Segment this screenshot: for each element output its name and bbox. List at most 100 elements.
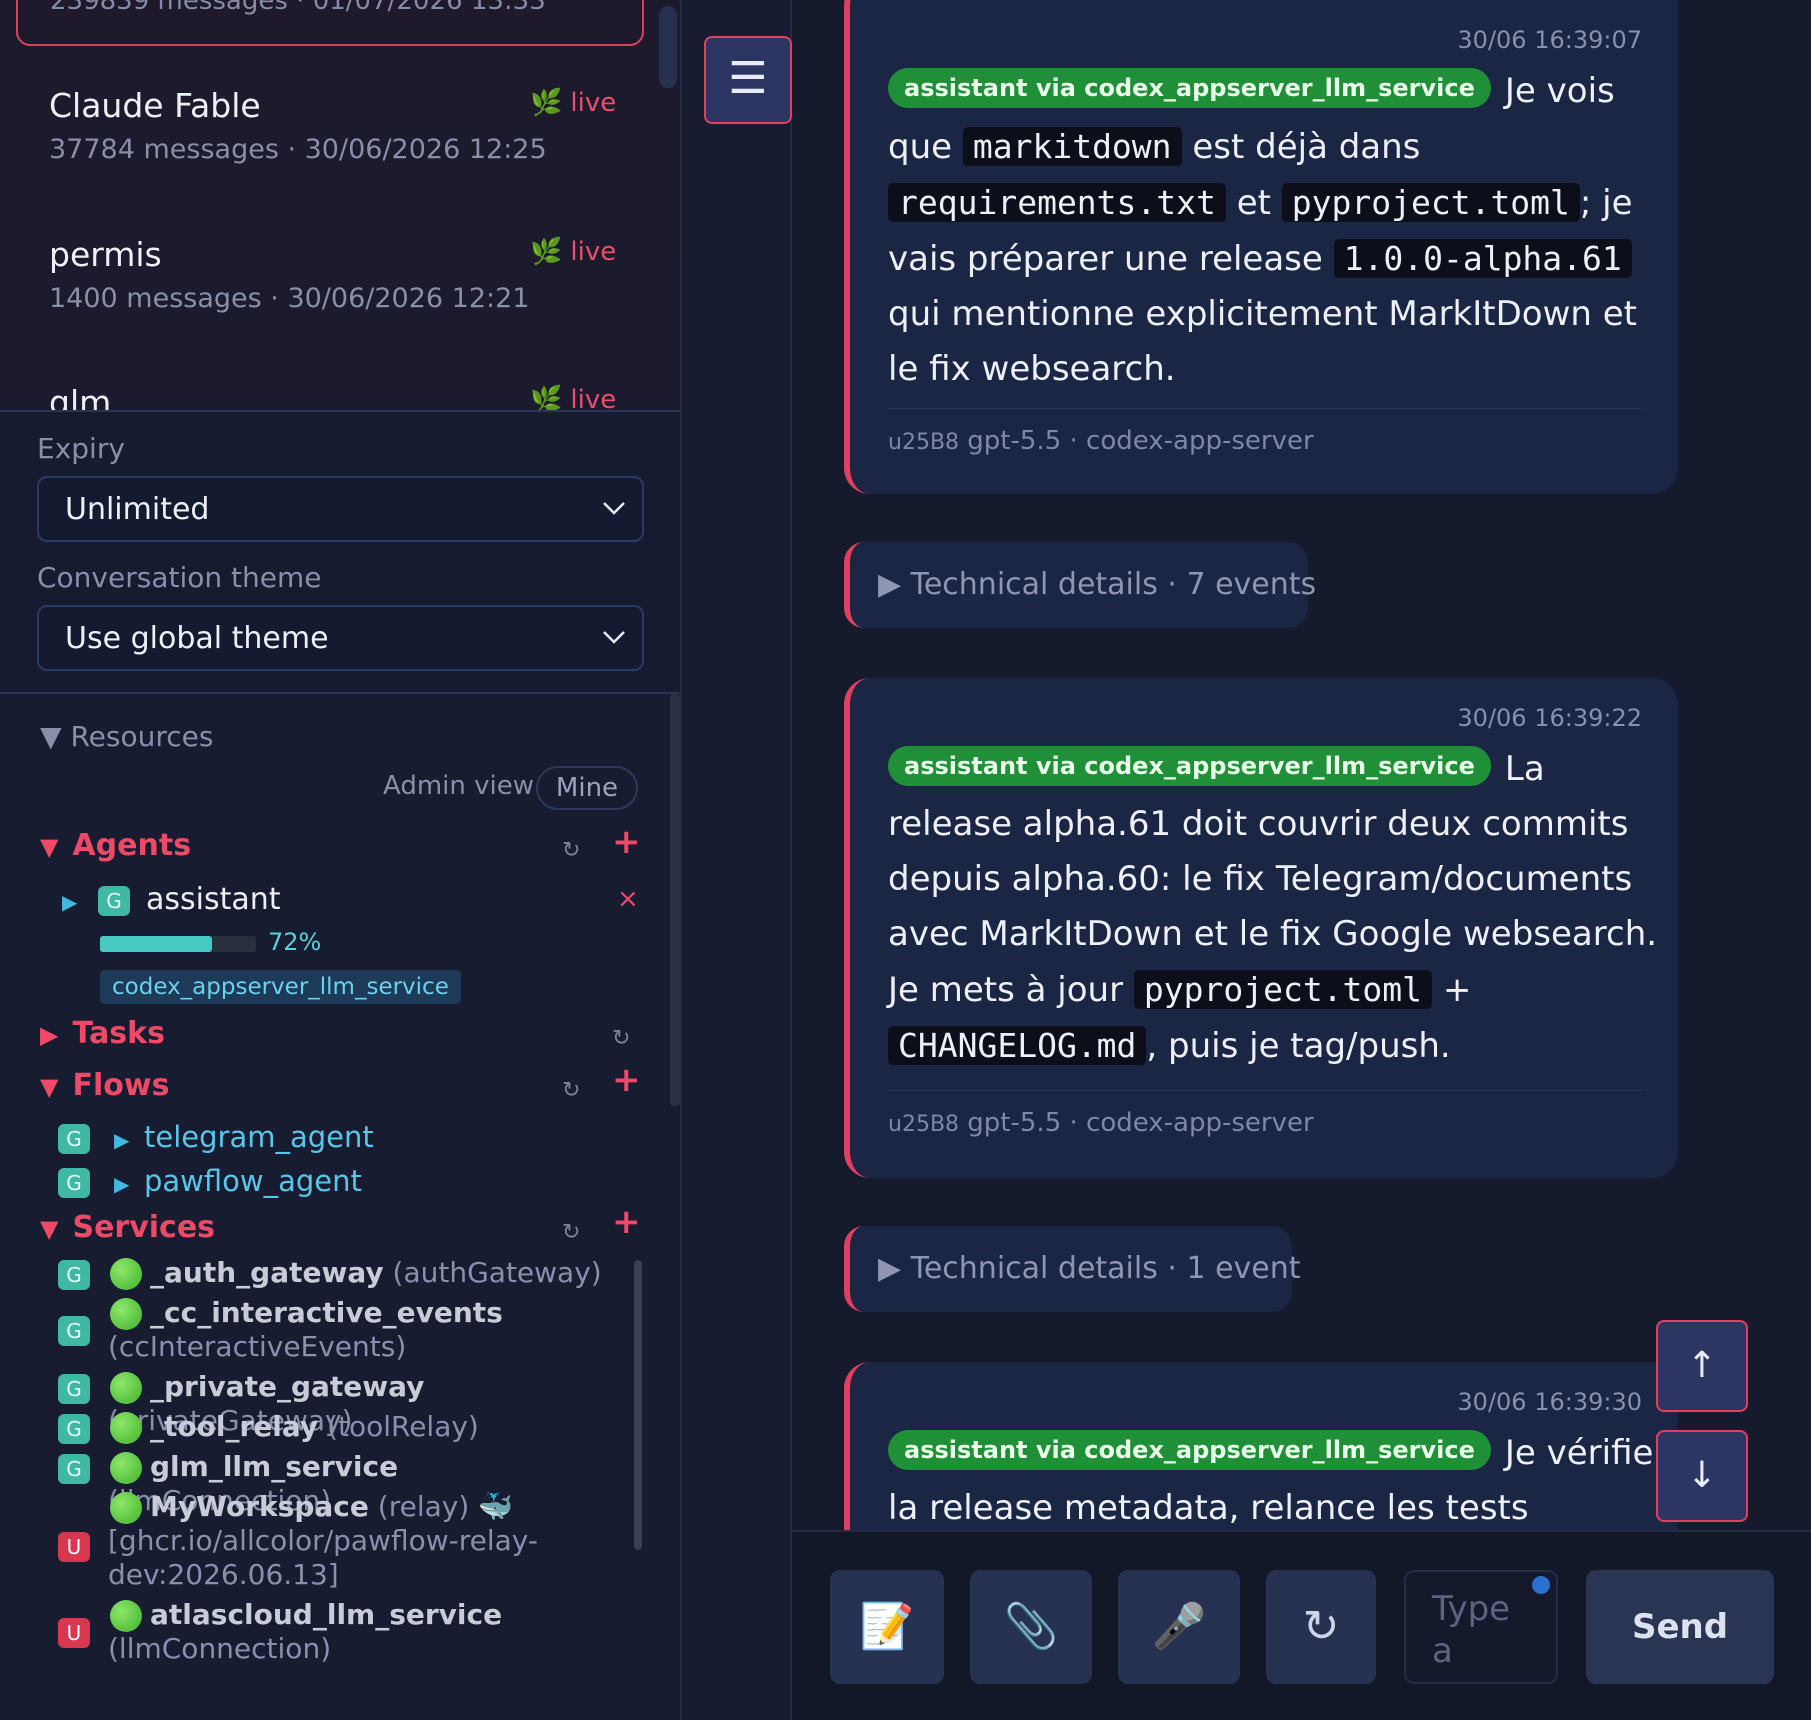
- scroll-up-button[interactable]: ↑: [1656, 1320, 1748, 1412]
- add-service-button[interactable]: +: [612, 1202, 641, 1242]
- global-badge: G: [58, 1260, 90, 1290]
- conversation-item[interactable]: Claude Fable 37784 messages · 30/06/2026…: [0, 86, 640, 226]
- agent-progress-fill: [100, 936, 213, 952]
- conversation-meta: 1400 messages · 30/06/2026 12:21: [49, 283, 530, 314]
- services-scrollbar[interactable]: [634, 1260, 642, 1550]
- conversation-list-scrollbar[interactable]: [659, 6, 677, 88]
- remove-agent-icon[interactable]: ×: [617, 884, 639, 914]
- memo-button[interactable]: 📝: [830, 1570, 944, 1684]
- global-badge: G: [58, 1168, 90, 1198]
- theme-select[interactable]: Use global theme: [37, 605, 644, 671]
- global-badge: G: [58, 1414, 90, 1444]
- expiry-label: Expiry: [37, 432, 125, 465]
- refresh-button[interactable]: ↻: [1266, 1570, 1376, 1684]
- scroll-down-button[interactable]: ↓: [1656, 1430, 1748, 1522]
- conversation-item[interactable]: glm 🌿 live: [0, 383, 640, 412]
- paperclip-icon: 📎: [1003, 1601, 1059, 1652]
- message-input[interactable]: Type a: [1404, 1570, 1558, 1684]
- technical-details-toggle[interactable]: ▶ Technical details · 7 events: [844, 542, 1316, 628]
- flow-name: telegram_agent: [144, 1120, 374, 1154]
- chat-message: 30/06 16:39:22 assistant via codex_appse…: [844, 678, 1678, 1178]
- conversation-title: permis: [49, 235, 162, 274]
- agent-progress-bar: [100, 936, 256, 952]
- agent-name: assistant: [146, 882, 281, 917]
- role-badge: assistant via codex_appserver_llm_servic…: [888, 1430, 1491, 1470]
- message-footer: u25B8 gpt-5.5 · codex-app-server: [888, 1108, 1314, 1138]
- mine-toggle[interactable]: Mine: [536, 766, 638, 810]
- chat-message: 30/06 16:39:30 assistant via codex_appse…: [844, 1362, 1678, 1530]
- role-badge: assistant via codex_appserver_llm_servic…: [888, 68, 1491, 108]
- flow-item[interactable]: G ▶ telegram_agent: [58, 1120, 618, 1158]
- live-indicator: 🌿 live: [530, 88, 617, 118]
- live-indicator: 🌿 live: [530, 385, 616, 410]
- caret-down-icon: ▼: [40, 833, 59, 861]
- theme-label: Conversation theme: [37, 561, 322, 594]
- services-section-toggle[interactable]: ▼ Services: [40, 1210, 215, 1245]
- global-badge: G: [58, 1454, 90, 1484]
- conversation-title: glm: [49, 383, 112, 412]
- admin-view-label: Admin view: [383, 771, 534, 801]
- theme-value: Use global theme: [65, 621, 329, 656]
- menu-button[interactable]: ☰: [704, 36, 792, 124]
- conversation-item[interactable]: permis 1400 messages · 30/06/2026 12:21 …: [0, 235, 640, 375]
- hamburger-icon: ☰: [728, 53, 768, 104]
- agent-service-tag: codex_appserver_llm_service: [100, 970, 461, 1004]
- memo-icon: 📝: [859, 1601, 915, 1652]
- resources-panel: ▼ Resources Admin view Mine ▼ Agents ↻ + …: [0, 692, 680, 1720]
- global-badge: G: [58, 1374, 90, 1404]
- message-divider: [888, 1090, 1642, 1091]
- service-label: atlascloud_llm_service (llmConnection): [108, 1598, 503, 1665]
- chevron-down-icon: [603, 502, 625, 515]
- caret-right-icon: ▶: [40, 1021, 59, 1049]
- flows-section-toggle[interactable]: ▼ Flows: [40, 1068, 169, 1103]
- conversation-meta: 37784 messages · 30/06/2026 12:25: [49, 134, 547, 165]
- add-agent-button[interactable]: +: [612, 822, 641, 862]
- technical-details-toggle[interactable]: ▶ Technical details · 1 event: [844, 1226, 1301, 1312]
- message-timestamp: 30/06 16:39:07: [1457, 26, 1642, 54]
- refresh-icon: ↻: [1302, 1601, 1340, 1652]
- inline-code: CHANGELOG.md: [888, 1026, 1147, 1065]
- send-button[interactable]: Send: [1586, 1570, 1774, 1684]
- resources-scrollbar[interactable]: [670, 694, 680, 1106]
- global-badge: G: [98, 886, 130, 916]
- message-timestamp: 30/06 16:39:22: [1457, 704, 1642, 732]
- inline-code: markitdown: [962, 127, 1182, 166]
- conversation-list: 239839 messages · 01/07/2026 13:33 Claud…: [0, 0, 680, 412]
- refresh-icon[interactable]: ↻: [562, 1220, 580, 1245]
- tasks-section-toggle[interactable]: ▶ Tasks: [40, 1016, 165, 1051]
- message-body: assistant via codex_appserver_llm_servic…: [888, 742, 1658, 1074]
- refresh-icon[interactable]: ↻: [612, 1026, 630, 1051]
- microphone-button[interactable]: 🎤: [1118, 1570, 1240, 1684]
- flow-name: pawflow_agent: [144, 1164, 362, 1198]
- caret-right-icon[interactable]: ▶: [114, 1172, 129, 1196]
- composer: 📝 📎 🎤 ↻ Type a Send: [792, 1530, 1811, 1720]
- leaf-icon: 🌿: [530, 237, 563, 267]
- flow-item[interactable]: G ▶ pawflow_agent: [58, 1164, 618, 1202]
- sidebar: 239839 messages · 01/07/2026 13:33 Claud…: [0, 0, 682, 1720]
- caret-right-icon[interactable]: ▶: [62, 890, 77, 914]
- message-timestamp: 30/06 16:39:30: [1457, 1388, 1642, 1416]
- message-body: assistant via codex_appserver_llm_servic…: [888, 64, 1658, 397]
- agent-item[interactable]: ▶ G assistant ×: [62, 882, 662, 924]
- inline-code: pyproject.toml: [1133, 970, 1433, 1009]
- service-label: MyWorkspace (relay) 🐳 [ghcr.io/allcolor/p…: [108, 1490, 538, 1591]
- resources-toggle[interactable]: ▼ Resources: [40, 720, 213, 753]
- toolbar-column: ☰: [682, 0, 792, 1720]
- expiry-select[interactable]: Unlimited: [37, 476, 644, 542]
- refresh-icon[interactable]: ↻: [562, 838, 580, 863]
- agents-section-toggle[interactable]: ▼ Agents: [40, 828, 191, 863]
- arrow-down-icon: ↓: [1686, 1455, 1718, 1496]
- attach-button[interactable]: 📎: [970, 1570, 1092, 1684]
- caret-right-icon[interactable]: ▶: [114, 1128, 129, 1152]
- leaf-icon: 🌿: [530, 88, 563, 118]
- arrow-up-icon: ↑: [1686, 1345, 1718, 1386]
- message-body: assistant via codex_appserver_llm_servic…: [888, 1426, 1658, 1530]
- add-flow-button[interactable]: +: [612, 1060, 641, 1100]
- inline-code: requirements.txt: [888, 183, 1226, 222]
- active-conversation-meta: 239839 messages · 01/07/2026 13:33: [50, 0, 546, 16]
- input-status-dot: [1532, 1576, 1550, 1594]
- message-input-placeholder: Type a: [1432, 1589, 1511, 1671]
- refresh-icon[interactable]: ↻: [562, 1078, 580, 1103]
- expiry-value: Unlimited: [65, 492, 210, 527]
- active-conversation-card[interactable]: 239839 messages · 01/07/2026 13:33: [16, 0, 644, 46]
